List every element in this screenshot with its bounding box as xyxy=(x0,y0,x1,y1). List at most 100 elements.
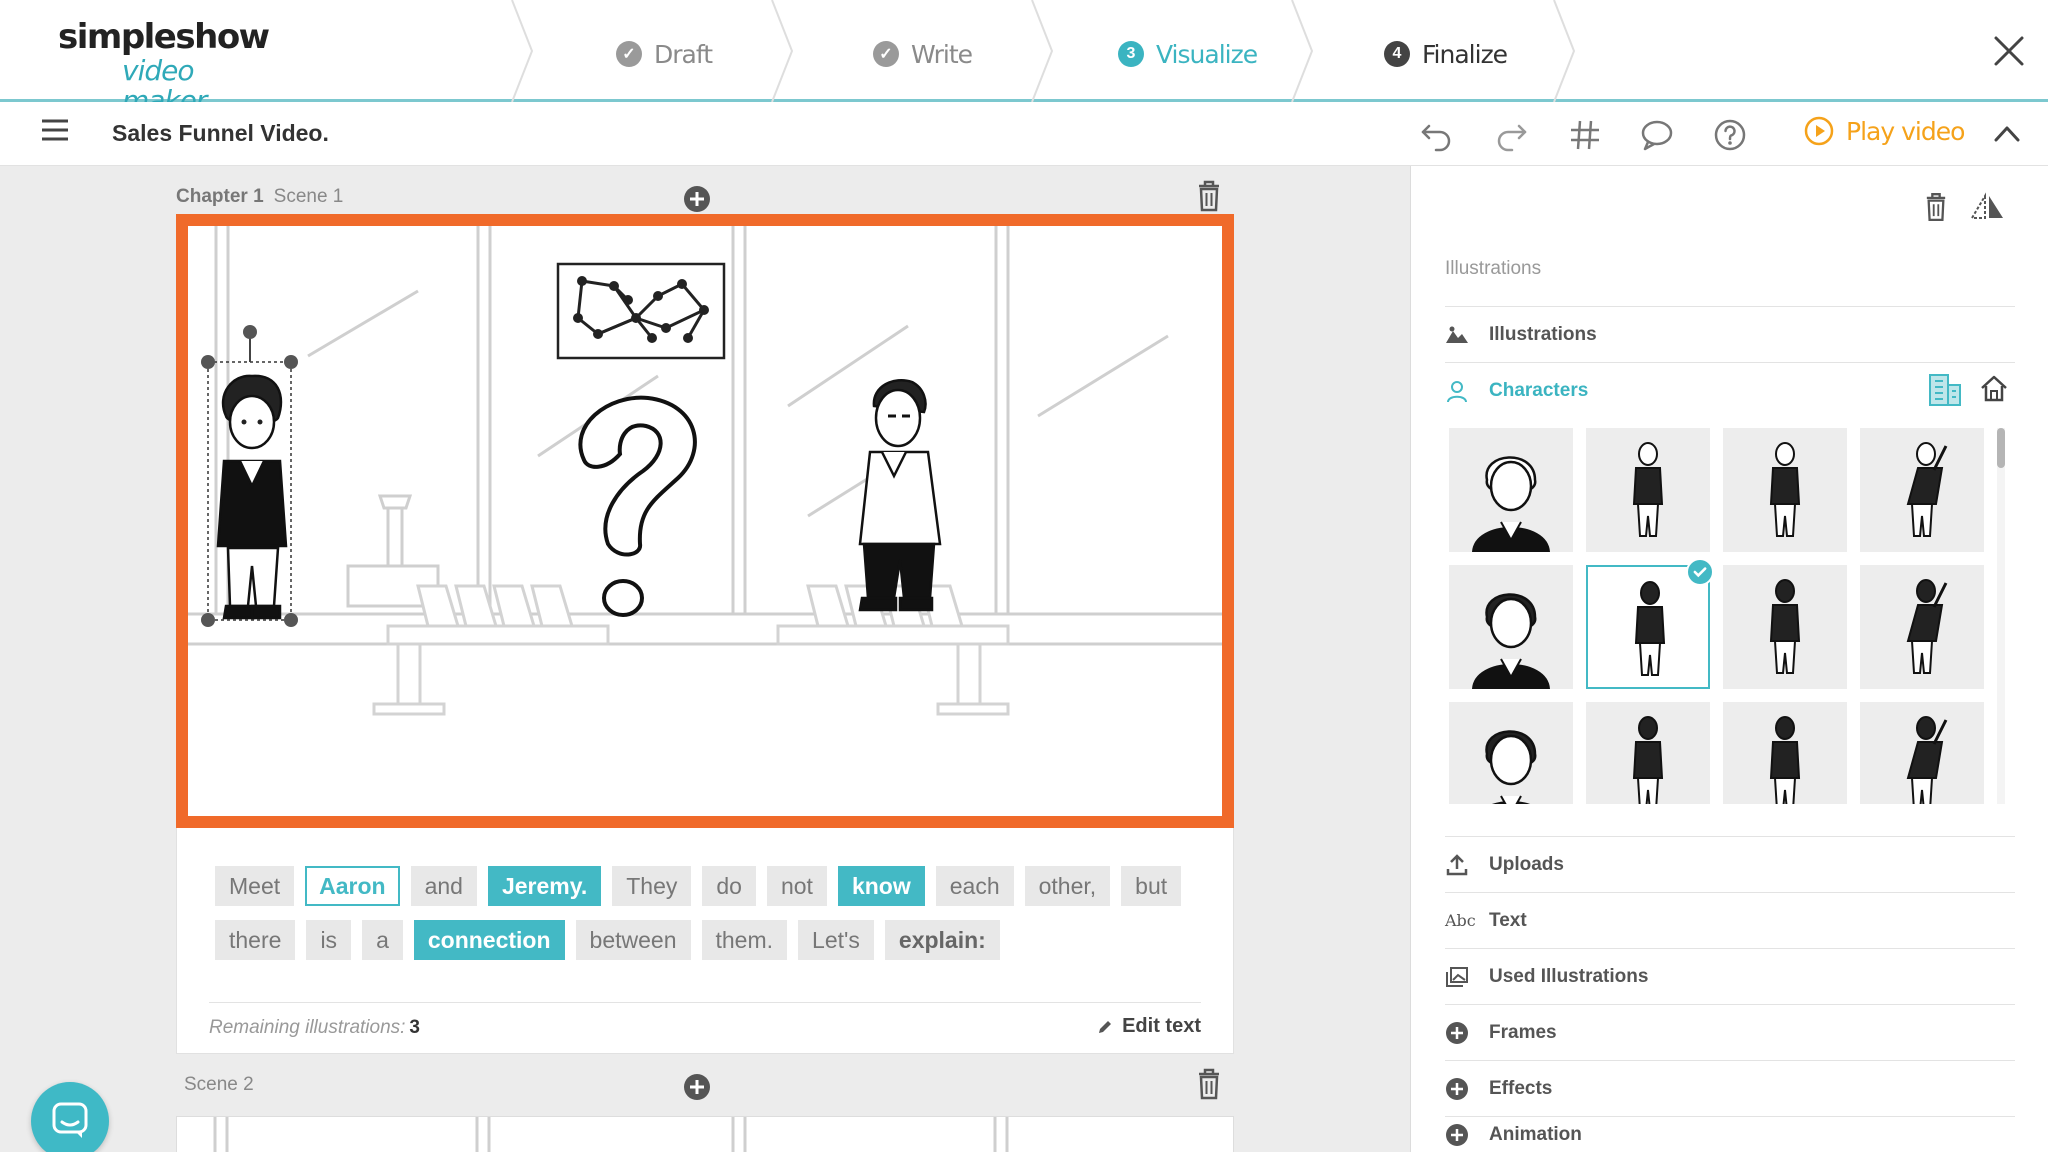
character-thumbnail[interactable] xyxy=(1449,565,1573,689)
step-label: Finalize xyxy=(1422,39,1508,69)
script-word[interactable]: and xyxy=(410,866,477,906)
character-figure xyxy=(1906,716,1948,804)
chapter-label: Chapter 1 xyxy=(176,186,264,207)
section-text[interactable]: Abc Text xyxy=(1445,892,2015,948)
script-word[interactable]: Meet xyxy=(215,866,295,906)
script-word[interactable]: Jeremy. xyxy=(487,866,602,906)
section-illustrations[interactable]: Illustrations xyxy=(1445,306,2015,362)
character-thumbnail[interactable] xyxy=(1860,702,1984,804)
play-icon xyxy=(1804,116,1834,146)
script-word[interactable]: not xyxy=(766,866,827,906)
section-label: Illustrations xyxy=(1489,323,1597,345)
scene-2-preview[interactable] xyxy=(176,1116,1234,1152)
character-figure xyxy=(1769,716,1801,804)
script-word[interactable]: them. xyxy=(701,920,788,960)
script-word[interactable]: They xyxy=(612,866,692,906)
section-label: Text xyxy=(1489,909,1527,931)
plus-circle-icon xyxy=(1446,1077,1468,1100)
plus-circle-icon xyxy=(1446,1123,1468,1146)
flip-horizontal-icon[interactable] xyxy=(1969,192,2007,222)
scene-header: Chapter 1 Scene 1 xyxy=(176,186,343,208)
office-building-icon[interactable] xyxy=(1927,373,1963,407)
script-word[interactable]: is xyxy=(306,920,352,960)
home-icon[interactable] xyxy=(1979,373,2009,403)
character-thumbnail[interactable] xyxy=(1586,702,1710,804)
script-word[interactable]: but xyxy=(1121,866,1182,906)
grid-scrollbar[interactable] xyxy=(1997,428,2005,804)
character-thumbnail[interactable] xyxy=(1723,565,1847,689)
remaining-illustrations: Remaining illustrations: 3 xyxy=(209,1017,420,1039)
add-scene-icon[interactable] xyxy=(683,185,711,213)
delete-scene-icon[interactable] xyxy=(1197,1068,1221,1100)
character-thumbnail[interactable] xyxy=(1723,428,1847,552)
step-separator xyxy=(1291,0,1314,102)
comment-icon[interactable] xyxy=(1640,118,1674,152)
character-figure xyxy=(1906,579,1948,674)
script-word[interactable]: Let's xyxy=(798,920,874,960)
step-navigation-bar: simpleshow video maker ✓ Draft ✓ Write 3… xyxy=(0,0,2048,116)
section-uploads[interactable]: Uploads xyxy=(1445,836,2015,892)
character-figure xyxy=(1485,730,1537,804)
scrollbar-thumb[interactable] xyxy=(1997,428,2005,468)
grid-icon[interactable] xyxy=(1568,118,1602,152)
play-video-label: Play video xyxy=(1846,116,1965,146)
script-word[interactable]: a xyxy=(362,920,403,960)
script-word[interactable]: Aaron xyxy=(305,866,400,906)
section-frames[interactable]: Frames xyxy=(1445,1004,2015,1060)
person-icon xyxy=(1447,380,1467,402)
simpleshow-logo[interactable]: simpleshow video maker xyxy=(58,18,270,116)
delete-scene-icon[interactable] xyxy=(1197,180,1221,212)
script-word[interactable]: explain: xyxy=(884,920,1000,960)
character-thumbnail[interactable] xyxy=(1449,702,1573,804)
character-thumbnail[interactable] xyxy=(1860,428,1984,552)
step-draft[interactable]: ✓ Draft xyxy=(616,36,713,72)
trash-icon[interactable] xyxy=(1925,192,1947,222)
character-thumbnail[interactable] xyxy=(1449,428,1573,552)
script-word[interactable]: there xyxy=(215,920,296,960)
script-word[interactable]: connection xyxy=(413,920,565,960)
edit-text-button[interactable]: Edit text xyxy=(1096,1015,1201,1038)
step-write[interactable]: ✓ Write xyxy=(873,36,973,72)
character-thumbnail[interactable] xyxy=(1723,702,1847,804)
script-words: Meet Aaron and Jeremy. They do not know each othe… xyxy=(215,866,1195,960)
character-figure xyxy=(1906,442,1948,537)
scene-illustration xyxy=(188,226,1222,716)
character-thumbnail[interactable] xyxy=(1860,565,1984,689)
script-word[interactable]: each xyxy=(935,866,1014,906)
character-figure xyxy=(1634,581,1666,676)
script-word[interactable]: other, xyxy=(1024,866,1111,906)
scene-label: Scene 1 xyxy=(273,186,344,207)
script-word[interactable]: know xyxy=(837,866,925,906)
scene-text-panel: Meet Aaron and Jeremy. They do not know each othe… xyxy=(176,828,1234,1054)
section-effects[interactable]: Effects xyxy=(1445,1060,2015,1116)
help-icon[interactable] xyxy=(1713,118,1747,152)
scene-canvas[interactable] xyxy=(176,214,1234,828)
character-figure xyxy=(1632,716,1664,804)
script-word[interactable]: between xyxy=(575,920,691,960)
remaining-count: 3 xyxy=(409,1017,420,1038)
undo-icon[interactable] xyxy=(1420,118,1454,152)
project-title[interactable]: Sales Funnel Video. xyxy=(112,120,329,147)
character-thumbnail[interactable] xyxy=(1586,428,1710,552)
play-video-button[interactable]: Play video xyxy=(1804,116,1965,146)
script-word[interactable]: do xyxy=(702,866,756,906)
step-finalize[interactable]: 4 Finalize xyxy=(1384,36,1508,72)
section-label: Characters xyxy=(1489,379,1589,401)
step-separator xyxy=(1031,0,1054,102)
section-used-illustrations[interactable]: Used Illustrations xyxy=(1445,948,2015,1004)
support-chat-button[interactable] xyxy=(31,1082,109,1152)
gallery-icon xyxy=(1446,966,1468,987)
illustrations-panel: Illustrations Illustrations Characters U… xyxy=(1410,166,2048,1152)
close-icon[interactable] xyxy=(1992,34,2026,68)
add-scene-icon[interactable] xyxy=(683,1073,711,1101)
step-visualize[interactable]: 3 Visualize xyxy=(1118,36,1258,72)
section-label: Effects xyxy=(1489,1077,1553,1099)
abc-icon: Abc xyxy=(1445,911,1476,930)
section-label: Used Illustrations xyxy=(1489,965,1649,987)
section-animation[interactable]: Animation xyxy=(1445,1116,2015,1152)
collapse-chevron-icon[interactable] xyxy=(1992,122,2022,146)
redo-icon[interactable] xyxy=(1494,118,1528,152)
check-icon: ✓ xyxy=(616,41,642,67)
section-characters[interactable]: Characters xyxy=(1445,362,2015,418)
hamburger-menu-icon[interactable] xyxy=(40,118,70,142)
